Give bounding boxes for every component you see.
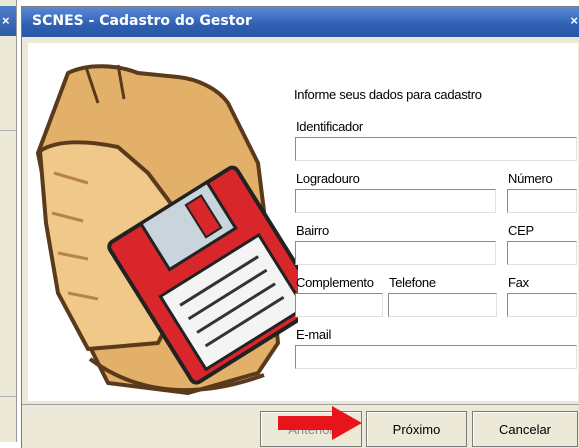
folder-floppy-disk-icon [36,64,298,395]
close-icon[interactable]: × [2,13,10,28]
logradouro-field[interactable] [295,189,496,213]
background-titlebar: × [0,6,16,36]
red-arrow-icon [278,406,362,440]
fax-label: Fax [508,275,529,290]
telefone-field[interactable] [388,293,497,317]
identificador-label: Identificador [296,119,363,134]
dialog-titlebar: SCNES - Cadastro do Gestor × [22,7,579,37]
fax-field[interactable] [507,293,577,317]
cep-label: CEP [508,223,534,238]
dialog-title: SCNES - Cadastro do Gestor [32,13,252,29]
identificador-field[interactable] [295,137,577,161]
cep-field[interactable] [507,241,577,265]
intro-text: Informe seus dados para cadastro [294,87,482,102]
email-field[interactable] [295,345,577,369]
dialog-content: Informe seus dados para cadastro Identif… [28,43,578,401]
complemento-label: Complemento [296,275,374,290]
cadastro-gestor-dialog: SCNES - Cadastro do Gestor × Informe seu… [21,6,579,448]
numero-label: Número [508,171,553,186]
email-label: E-mail [296,327,332,342]
divider [0,396,16,397]
bairro-field[interactable] [295,241,496,265]
logradouro-label: Logradouro [296,171,360,186]
divider [0,130,16,131]
numero-field[interactable] [507,189,577,213]
complemento-field[interactable] [295,293,383,317]
telefone-label: Telefone [389,275,436,290]
bairro-label: Bairro [296,223,329,238]
close-icon[interactable]: × [570,13,578,28]
background-window: × [0,0,17,442]
